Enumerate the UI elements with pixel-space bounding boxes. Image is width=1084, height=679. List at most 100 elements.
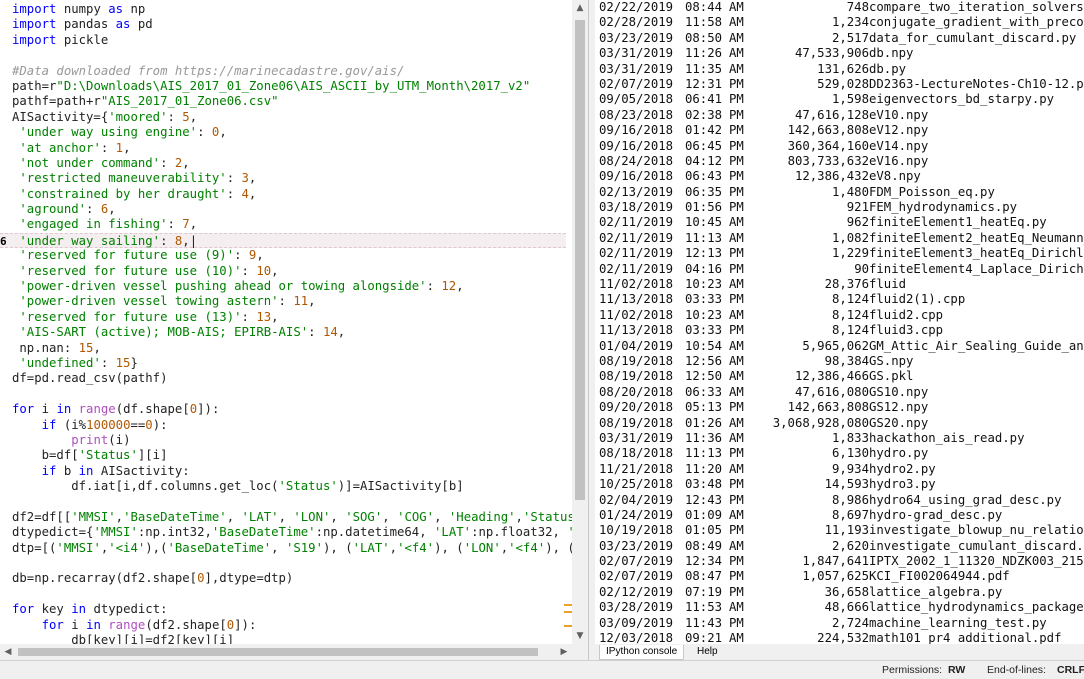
- file-row[interactable]: 08/18/2018 11:13 PM 6,130 hydro.py: [599, 446, 1084, 461]
- code-line[interactable]: b=df['Status'][i]: [0, 448, 566, 463]
- code-line[interactable]: 'not under command': 2,: [0, 156, 566, 171]
- file-row[interactable]: 11/13/2018 03:33 PM 8,124 fluid3.cpp: [599, 323, 1084, 338]
- file-row[interactable]: 09/16/2018 01:42 PM 142,663,808 eV12.npy: [599, 123, 1084, 138]
- code-line[interactable]: 'constrained by her draught': 4,: [0, 187, 566, 202]
- code-line[interactable]: for i in range(df.shape[0]):: [0, 402, 566, 417]
- code-line[interactable]: import numpy as np: [0, 2, 566, 17]
- code-line[interactable]: dtp=[('MMSI', '<i4'),('BaseDateTime', 'S1…: [0, 541, 588, 556]
- scroll-right-icon[interactable]: ▶: [556, 644, 572, 660]
- file-row[interactable]: 09/16/2018 06:45 PM 360,364,160 eV14.npy: [599, 139, 1084, 154]
- warning-marker[interactable]: [564, 604, 572, 606]
- file-row[interactable]: 03/09/2019 11:43 PM 2,724 machine_learning_t…: [599, 616, 1084, 631]
- code-line[interactable]: for i in range(df2.shape[0]):: [0, 618, 566, 633]
- code-line[interactable]: 'power-driven vessel pushing ahead or to…: [0, 279, 566, 294]
- code-line[interactable]: 'reserved for future use (13)': 13,: [0, 310, 566, 325]
- code-line[interactable]: [0, 556, 566, 571]
- file-row[interactable]: 08/19/2018 01:26 AM 3,068,928,080 GS20.npy: [599, 416, 1084, 431]
- code-line[interactable]: df.iat[i,df.columns.get_loc('Status')]=A…: [0, 479, 566, 494]
- code-line[interactable]: if b in AISactivity:: [0, 464, 566, 479]
- code-line[interactable]: import pickle: [0, 33, 566, 48]
- file-row[interactable]: 08/24/2018 04:12 PM 803,733,632 eV16.npy: [599, 154, 1084, 169]
- file-row[interactable]: 03/23/2019 08:50 AM 2,517 data_for_cumulant_…: [599, 31, 1084, 46]
- file-row[interactable]: 01/04/2019 10:54 AM 5,965,062 GM_Attic_Air_S…: [599, 339, 1084, 354]
- code-line[interactable]: [0, 48, 566, 63]
- code-token: ,: [219, 125, 227, 140]
- code-line[interactable]: df=pd.read_csv(pathf): [0, 371, 566, 386]
- code-lines[interactable]: import numpy as np import pandas as pd imp…: [0, 2, 588, 648]
- code-line[interactable]: [0, 387, 566, 402]
- file-row[interactable]: 03/23/2019 08:49 AM 2,620 investigate_cumula…: [599, 539, 1084, 554]
- file-row[interactable]: 03/28/2019 11:53 AM 48,666 lattice_hydrodyna…: [599, 600, 1084, 615]
- code-line[interactable]: 'under way using engine': 0,: [0, 125, 566, 140]
- file-row[interactable]: 02/11/2019 12:13 PM 1,229 finiteElement3_hea…: [599, 246, 1084, 261]
- file-row[interactable]: 03/31/2019 11:35 AM 131,626 db.py: [599, 62, 1084, 77]
- scroll-down-icon[interactable]: ▼: [572, 628, 588, 644]
- code-editor[interactable]: import numpy as np import pandas as pd imp…: [0, 0, 589, 660]
- code-line[interactable]: 'undefined': 15}: [0, 356, 566, 371]
- code-line[interactable]: print(i): [0, 433, 566, 448]
- code-line[interactable]: 'at anchor': 1,: [0, 141, 566, 156]
- file-row[interactable]: 02/13/2019 06:35 PM 1,480 FDM_Poisson_eq.py: [599, 185, 1084, 200]
- code-line[interactable]: df2=df[['MMSI','BaseDateTime', 'LAT', 'L…: [0, 510, 588, 525]
- code-line[interactable]: [0, 495, 566, 510]
- file-row[interactable]: 01/24/2019 01:09 AM 8,697 hydro-grad_desc.py: [599, 508, 1084, 523]
- tab-ipython-console[interactable]: IPython console: [599, 645, 685, 660]
- code-line[interactable]: 'AIS-SART (active); MOB-AIS; EPIRB-AIS':…: [0, 325, 566, 340]
- editor-hscroll-thumb[interactable]: [18, 648, 538, 656]
- code-line[interactable]: [0, 587, 566, 602]
- file-row[interactable]: 08/19/2018 12:56 AM 98,384 GS.npy: [599, 354, 1084, 369]
- code-line[interactable]: 6 'under way sailing': 8,|: [0, 232, 566, 249]
- code-line[interactable]: for key in dtypedict:: [0, 602, 566, 617]
- code-line[interactable]: path=r"D:\Downloads\AIS_2017_01_Zone06\A…: [0, 79, 566, 94]
- file-row[interactable]: 02/22/2019 08:44 AM 748 compare_two_iteratio…: [599, 0, 1084, 15]
- file-row[interactable]: 11/21/2018 11:20 AM 9,934 hydro2.py: [599, 462, 1084, 477]
- file-row[interactable]: 02/04/2019 12:43 PM 8,986 hydro64_using_grad…: [599, 493, 1084, 508]
- file-row[interactable]: 10/19/2018 01:05 PM 11,193 investigate_blowu…: [599, 523, 1084, 538]
- code-line[interactable]: db=np.recarray(df2.shape[0],dtype=dtp): [0, 571, 566, 586]
- file-row[interactable]: 02/11/2019 10:45 AM 962 finiteElement1_heatE…: [599, 215, 1084, 230]
- scroll-left-icon[interactable]: ◀: [0, 644, 16, 660]
- file-row[interactable]: 09/05/2018 06:41 PM 1,598 eigenvectors_bd_st…: [599, 92, 1084, 107]
- code-line[interactable]: AISactivity={'moored': 5,: [0, 110, 566, 125]
- file-row[interactable]: 02/28/2019 11:58 AM 1,234 conjugate_gradient…: [599, 15, 1084, 30]
- code-line[interactable]: 'reserved for future use (10)': 10,: [0, 264, 566, 279]
- file-row[interactable]: 03/31/2019 11:36 AM 1,833 hackathon_ais_read…: [599, 431, 1084, 446]
- editor-scroll-thumb[interactable]: [575, 20, 585, 500]
- file-row[interactable]: 02/12/2019 07:19 PM 36,658 lattice_algebra.p…: [599, 585, 1084, 600]
- scroll-up-icon[interactable]: ▲: [572, 0, 588, 16]
- file-row[interactable]: 08/20/2018 06:33 AM 47,616,080 GS10.npy: [599, 385, 1084, 400]
- tab-help[interactable]: Help: [691, 645, 724, 659]
- code-line[interactable]: 'engaged in fishing': 7,: [0, 217, 566, 232]
- warning-marker[interactable]: [564, 611, 572, 613]
- file-row[interactable]: 02/07/2019 12:34 PM 1,847,641 IPTX_2002_1_11…: [599, 554, 1084, 569]
- file-row[interactable]: 08/19/2018 12:50 AM 12,386,466 GS.pkl: [599, 369, 1084, 384]
- file-row[interactable]: 09/16/2018 06:43 PM 12,386,432 eV8.npy: [599, 169, 1084, 184]
- code-line[interactable]: np.nan: 15,: [0, 341, 566, 356]
- file-row[interactable]: 12/03/2018 09:21 AM 224,532 math101_pr4_addi…: [599, 631, 1084, 644]
- file-row[interactable]: 02/07/2019 12:31 PM 529,028 DD2363-LectureNo…: [599, 77, 1084, 92]
- editor-vertical-scrollbar[interactable]: ▲ ▼: [572, 0, 588, 660]
- code-line[interactable]: 'power-driven vessel towing astern': 11,: [0, 294, 566, 309]
- editor-horizontal-scrollbar[interactable]: ◀ ▶: [0, 644, 572, 660]
- file-row[interactable]: 02/11/2019 04:16 PM 90 finiteElement4_Laplac…: [599, 262, 1084, 277]
- code-line[interactable]: 'reserved for future use (9)': 9,: [0, 248, 566, 263]
- code-line[interactable]: dtypedict={'MMSI':np.int32,'BaseDateTime…: [0, 525, 588, 540]
- code-line[interactable]: if (i%100000==0):: [0, 418, 566, 433]
- file-row[interactable]: 08/23/2018 02:38 PM 47,616,128 eV10.npy: [599, 108, 1084, 123]
- code-line[interactable]: import pandas as pd: [0, 17, 566, 32]
- file-row[interactable]: 03/18/2019 01:56 PM 921 FEM_hydrodynamics.py: [599, 200, 1084, 215]
- file-row[interactable]: 10/25/2018 03:48 PM 14,593 hydro3.py: [599, 477, 1084, 492]
- code-line[interactable]: pathf=path+r"AIS_2017_01_Zone06.csv": [0, 94, 566, 109]
- file-row[interactable]: 03/31/2019 11:26 AM 47,533,906 db.npy: [599, 46, 1084, 61]
- file-row[interactable]: 11/13/2018 03:33 PM 8,124 fluid2(1).cpp: [599, 292, 1084, 307]
- file-row[interactable]: 11/02/2018 10:23 AM 8,124 fluid2.cpp: [599, 308, 1084, 323]
- warning-marker[interactable]: [564, 625, 572, 627]
- file-row[interactable]: 09/20/2018 05:13 PM 142,663,808 GS12.npy: [599, 400, 1084, 415]
- file-row[interactable]: 02/07/2019 08:47 PM 1,057,625 KCI_FI00206494…: [599, 569, 1084, 584]
- code-line[interactable]: 'aground': 6,: [0, 202, 566, 217]
- code-line[interactable]: 'restricted maneuverability': 3,: [0, 171, 566, 186]
- file-row[interactable]: 11/02/2018 10:23 AM 28,376 fluid: [599, 277, 1084, 292]
- directory-listing[interactable]: 02/22/2019 08:44 AM 748 compare_two_iteratio…: [595, 0, 1084, 644]
- file-row[interactable]: 02/11/2019 11:13 AM 1,082 finiteElement2_hea…: [599, 231, 1084, 246]
- code-line[interactable]: #Data downloaded from https://marinecada…: [0, 64, 566, 79]
